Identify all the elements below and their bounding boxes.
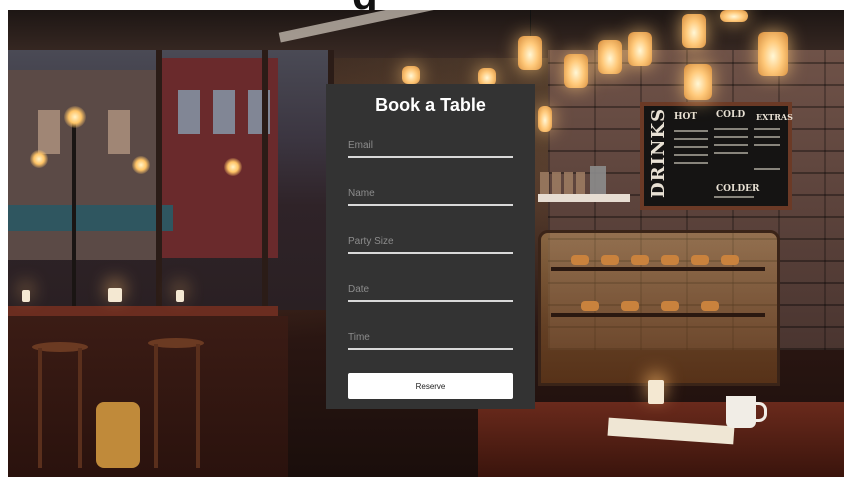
shelf-jar [576,172,585,194]
chalkboard-line [714,152,748,154]
hanging-jar-light [518,36,542,70]
bar-stool-leg [154,344,158,468]
hanging-jar-light [682,14,706,48]
chalkboard-line [674,154,708,156]
bar-stool-leg [196,344,200,468]
chalkboard-line [754,168,780,170]
street-lamp [64,106,86,128]
chalkboard-line [714,136,748,138]
chalkboard-line [754,128,780,130]
name-field[interactable] [348,182,513,206]
party-size-field[interactable] [348,230,513,254]
building-window [213,90,235,134]
coffee-mug-handle [754,402,767,422]
light-wire [530,10,531,38]
bar-stool-leg [38,348,42,468]
candle [22,290,30,302]
candle [176,290,184,302]
chalkboard-title: DRINKS [648,107,669,198]
building-window [178,90,200,134]
reserve-button[interactable]: Reserve [348,373,513,399]
pastry [721,255,739,265]
chalkboard-line [714,128,748,130]
bar-counter-top [8,306,278,316]
chalkboard-line [674,138,708,140]
street-building-red [158,58,278,258]
email-field[interactable] [348,134,513,158]
hanging-jar-light [684,64,712,100]
shelf-jar [564,172,573,194]
chalkboard-line [754,144,780,146]
hanging-jar-light [402,66,420,84]
chalkboard-line [674,130,708,132]
window-mullion [262,50,268,310]
time-field[interactable] [348,326,513,350]
pastry [661,301,679,311]
window-mullion [156,50,162,310]
pastry [581,301,599,311]
wall-shelf [538,194,630,202]
pastry [631,255,649,265]
drinks-chalkboard: DRINKS HOT COLD EXTRAS COLDER [640,102,793,210]
building-window [38,110,60,154]
date-field[interactable] [348,278,513,302]
street-lamp [224,158,242,176]
pastry [621,301,639,311]
pastry [661,255,679,265]
shelf-jar [590,166,606,194]
bar-counter-front [8,316,288,477]
case-shelf [551,313,765,317]
pastry [601,255,619,265]
hanging-jar-light [538,106,552,132]
hanging-jar-light [720,10,748,22]
chalkboard-line [714,144,748,146]
chalkboard-line [674,162,708,164]
pastry [571,255,589,265]
building-window [108,110,130,154]
hanging-jar-light [564,54,588,88]
chalkboard-line [754,136,780,138]
hanging-jar-light [758,32,788,76]
pastry-display-case [538,230,780,386]
street-awning [8,205,173,231]
candle [648,380,664,404]
chalkboard-heading: EXTRAS [756,112,793,122]
pastry [691,255,709,265]
pastry [701,301,719,311]
coffee-mug [726,396,756,428]
hanging-jar-light [628,32,652,66]
chalkboard-heading: COLDER [716,184,760,194]
backpack [96,402,140,468]
cafe-table [478,402,844,477]
candle [108,288,122,302]
hanging-jar-light [598,40,622,74]
bar-stool-leg [78,348,82,468]
street-lamp [30,150,48,168]
book-table-form: Book a Table Reserve [326,84,535,409]
shelf-jar [552,172,561,194]
chalkboard-heading: COLD [716,110,746,120]
form-title: Book a Table [375,95,486,115]
page-heading-cropped: g [0,0,844,10]
chalkboard-line [674,146,708,148]
chalkboard-heading: HOT [674,112,698,122]
street-lamp [132,156,150,174]
page-heading-glyph: g [352,0,379,10]
case-shelf [551,267,765,271]
chalkboard-line [714,196,754,198]
street-lamp-post [72,120,76,310]
shelf-jar [540,172,549,194]
booking-page: g DRINKS HOT COLD EXTRAS COLDER [0,0,844,477]
